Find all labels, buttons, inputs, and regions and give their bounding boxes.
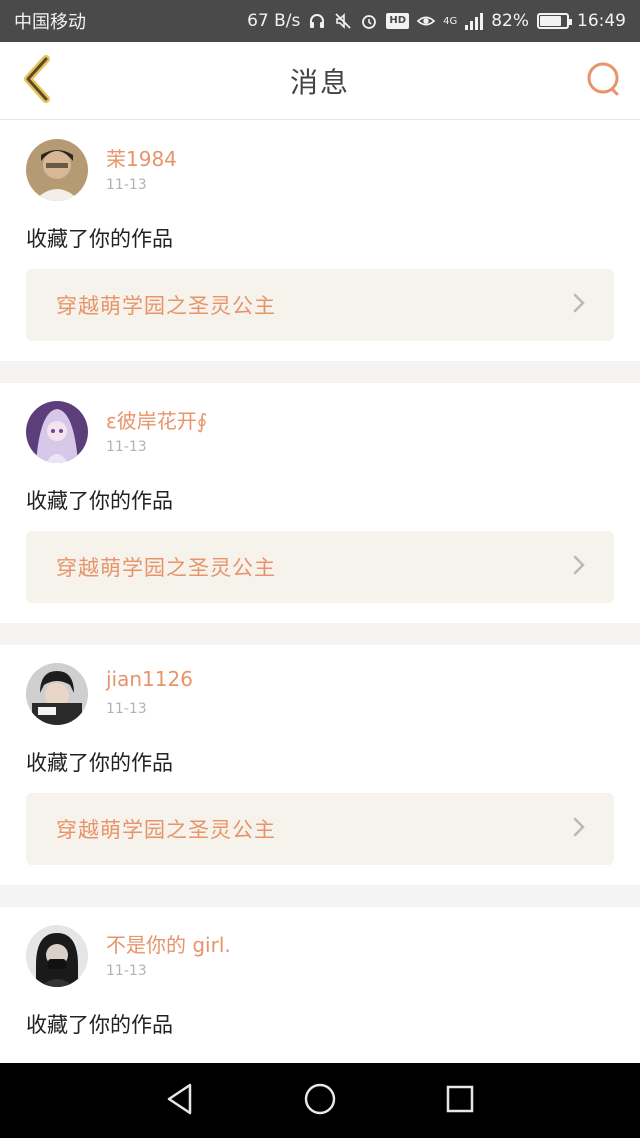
battery-icon: [537, 13, 572, 29]
action-text: 收藏了你的作品: [26, 1013, 173, 1037]
chevron-right-icon: [572, 554, 586, 580]
chevron-left-icon: [20, 55, 54, 107]
home-circle-icon: [303, 1082, 337, 1120]
carrier-label: 中国移动: [14, 12, 86, 33]
hd-icon: HD: [386, 13, 410, 29]
headset-icon: [308, 12, 326, 30]
avatar[interactable]: [26, 925, 88, 987]
work-title: 穿越萌学园之圣灵公主: [56, 818, 276, 842]
back-button[interactable]: [14, 55, 60, 107]
status-icons: 67 B/s HD 4G 82% 16:49: [247, 11, 626, 31]
battery-percent: 82%: [491, 11, 529, 31]
divider: [0, 623, 640, 645]
message-date: 11-13: [106, 177, 147, 193]
action-text: 收藏了你的作品: [26, 227, 173, 251]
back-triangle-icon: [164, 1082, 196, 1120]
work-link[interactable]: 穿越萌学园之圣灵公主: [26, 269, 614, 341]
alarm-icon: [360, 12, 378, 30]
net-speed: 67 B/s: [247, 11, 301, 31]
search-icon: [584, 59, 624, 103]
message-card: ε彼岸花开∮ 11-13 收藏了你的作品 穿越萌学园之圣灵公主: [0, 383, 640, 623]
status-bar: 中国移动 67 B/s HD 4G 82% 16:49: [0, 0, 640, 42]
username[interactable]: 茉1984: [106, 143, 177, 172]
recents-square-icon: [445, 1084, 475, 1118]
search-button[interactable]: [582, 59, 626, 103]
page-title: 消息: [289, 65, 350, 99]
work-title: 穿越萌学园之圣灵公主: [56, 294, 276, 318]
work-link[interactable]: 穿越萌学园之圣灵公主: [26, 793, 614, 865]
avatar[interactable]: [26, 139, 88, 201]
action-text: 收藏了你的作品: [26, 751, 173, 775]
message-date: 11-13: [106, 963, 147, 979]
avatar[interactable]: [26, 401, 88, 463]
clock: 16:49: [577, 11, 626, 31]
eye-icon: [417, 12, 436, 30]
username[interactable]: jian1126: [106, 667, 193, 691]
chevron-right-icon: [572, 816, 586, 842]
avatar[interactable]: [26, 663, 88, 725]
signal-icon: [465, 12, 484, 30]
nav-recents-button[interactable]: [432, 1073, 488, 1129]
app-header: 消息: [0, 42, 640, 120]
nav-back-button[interactable]: [152, 1073, 208, 1129]
message-date: 11-13: [106, 701, 147, 717]
message-list[interactable]: 茉1984 11-13 收藏了你的作品 穿越萌学园之圣灵公主 ε彼岸花开∮ 11…: [0, 121, 640, 1063]
message-card: 茉1984 11-13 收藏了你的作品 穿越萌学园之圣灵公主: [0, 121, 640, 361]
network-type: 4G: [443, 15, 458, 27]
system-nav-bar: [0, 1063, 640, 1138]
divider: [0, 885, 640, 907]
username[interactable]: ε彼岸花开∮: [106, 405, 207, 434]
divider: [0, 361, 640, 383]
message-date: 11-13: [106, 439, 147, 455]
username[interactable]: 不是你的 girl.: [106, 929, 231, 958]
message-card: jian1126 11-13 收藏了你的作品 穿越萌学园之圣灵公主: [0, 645, 640, 885]
action-text: 收藏了你的作品: [26, 489, 173, 513]
message-card: 不是你的 girl. 11-13 收藏了你的作品: [0, 907, 640, 1063]
work-link[interactable]: 穿越萌学园之圣灵公主: [26, 531, 614, 603]
battery-fill: [540, 16, 562, 26]
mute-icon: [334, 12, 352, 30]
work-title: 穿越萌学园之圣灵公主: [56, 556, 276, 580]
chevron-right-icon: [572, 292, 586, 318]
nav-home-button[interactable]: [292, 1073, 348, 1129]
